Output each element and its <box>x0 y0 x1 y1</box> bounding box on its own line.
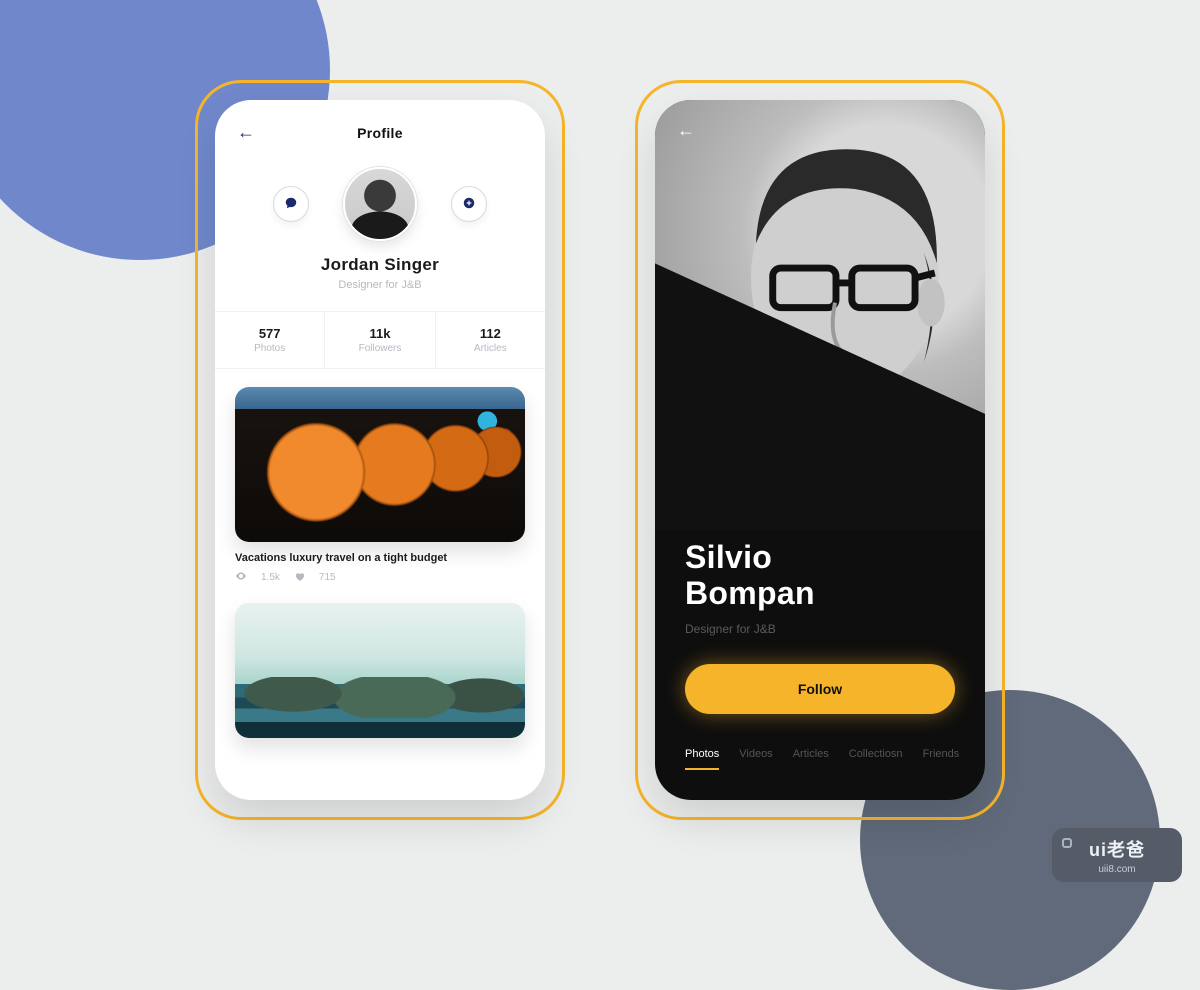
post-title: Vacations luxury travel on a tight budge… <box>235 552 525 564</box>
stats-row: 577 Photos 11k Followers 112 Articles <box>215 311 545 369</box>
name-line2: Bompan <box>685 575 815 611</box>
stat-photos[interactable]: 577 Photos <box>215 312 324 368</box>
stat-label: Followers <box>325 343 434 354</box>
post-card[interactable] <box>235 603 525 738</box>
tab-collections[interactable]: Collectiosn <box>849 748 903 760</box>
post-card[interactable]: Vacations luxury travel on a tight budge… <box>235 387 525 585</box>
device-frame-left: ← Profile Jordan Singer Designer for J&B <box>195 80 565 820</box>
stat-value: 577 <box>215 326 324 341</box>
stat-articles[interactable]: 112 Articles <box>435 312 545 368</box>
profile-role: Designer for J&B <box>685 622 955 636</box>
watermark-badge: ui老爸 uii8.com <box>1052 828 1182 882</box>
profile-actions-row <box>215 153 545 249</box>
hero: ← <box>655 100 985 530</box>
chat-icon <box>284 196 298 213</box>
post-image-coast <box>235 603 525 738</box>
artboard: ← Profile Jordan Singer Designer for J&B <box>0 0 1200 900</box>
phone-screen-profile-light: ← Profile Jordan Singer Designer for J&B <box>215 100 545 800</box>
tab-photos[interactable]: Photos <box>685 748 719 760</box>
message-button[interactable] <box>273 186 309 222</box>
tabs: Photos Videos Articles Collectiosn Frien… <box>685 748 955 760</box>
post-meta: 1.5k 715 <box>235 570 525 585</box>
device-frame-right: ← Silvio Bompan Designer for J&B Follow … <box>635 80 1005 820</box>
heart-icon <box>294 571 305 585</box>
stat-value: 112 <box>436 326 545 341</box>
phone-screen-profile-dark: ← Silvio Bompan Designer for J&B Follow … <box>655 100 985 800</box>
feed: Vacations luxury travel on a tight budge… <box>215 369 545 738</box>
watermark-title: ui老爸 <box>1089 836 1145 862</box>
views-count: 1.5k <box>261 572 280 583</box>
stat-label: Articles <box>436 343 545 354</box>
page-title: Profile <box>237 125 523 141</box>
follow-button[interactable]: Follow <box>685 664 955 714</box>
stat-followers[interactable]: 11k Followers <box>324 312 434 368</box>
watermark-icon <box>1062 838 1072 848</box>
views-icon <box>235 570 247 585</box>
back-icon[interactable]: ← <box>677 120 695 141</box>
profile-role: Designer for J&B <box>215 279 545 291</box>
add-button[interactable] <box>451 186 487 222</box>
profile-body: Silvio Bompan Designer for J&B Follow Ph… <box>655 530 985 760</box>
profile-name: Silvio Bompan <box>685 540 955 612</box>
header: ← Profile <box>215 100 545 153</box>
tab-articles[interactable]: Articles <box>793 748 829 760</box>
stat-value: 11k <box>325 326 434 341</box>
post-image-lanterns <box>235 387 525 542</box>
tab-videos[interactable]: Videos <box>739 748 772 760</box>
stat-label: Photos <box>215 343 324 354</box>
plus-icon <box>462 196 476 213</box>
likes-count: 715 <box>319 572 336 583</box>
name-line1: Silvio <box>685 539 772 575</box>
tab-friends[interactable]: Friends <box>923 748 960 760</box>
watermark-sub: uii8.com <box>1098 864 1135 875</box>
profile-name: Jordan Singer <box>215 255 545 275</box>
avatar[interactable] <box>343 167 417 241</box>
